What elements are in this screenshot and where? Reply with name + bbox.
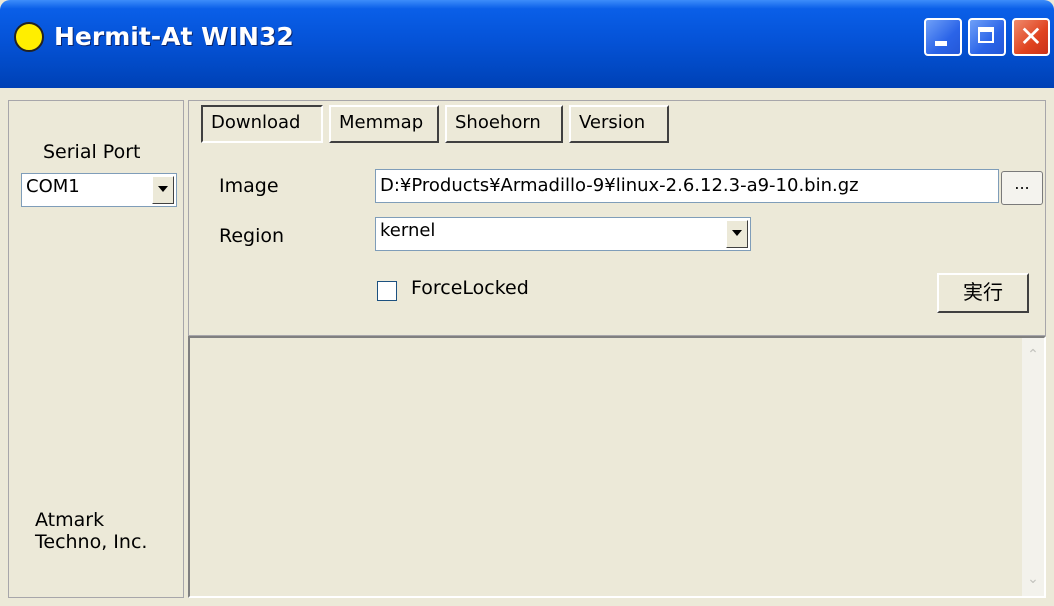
- title-bar[interactable]: Hermit-At WIN32 ✕: [0, 0, 1054, 88]
- tab-download[interactable]: Download: [201, 105, 323, 143]
- dropdown-arrow-icon[interactable]: [726, 220, 748, 248]
- company-line-2: Techno, Inc.: [35, 531, 148, 553]
- serial-port-label: Serial Port: [43, 141, 141, 163]
- run-button[interactable]: 実行: [937, 273, 1029, 313]
- scroll-down-icon[interactable]: ⌄: [1022, 564, 1044, 594]
- download-panel: Download Memmap Shoehorn Version Image D…: [188, 100, 1046, 336]
- browse-button[interactable]: ...: [1001, 171, 1043, 205]
- window-title: Hermit-At WIN32: [54, 22, 294, 51]
- image-label: Image: [219, 175, 279, 197]
- tab-shoehorn[interactable]: Shoehorn: [445, 105, 563, 143]
- serial-port-value: COM1: [26, 176, 80, 197]
- tab-version[interactable]: Version: [569, 105, 669, 143]
- maximize-button[interactable]: [968, 18, 1006, 56]
- company-name: Atmark Techno, Inc.: [35, 509, 147, 553]
- image-path-value: D:¥Products¥Armadillo-9¥linux-2.6.12.3-a…: [380, 175, 859, 196]
- force-locked-checkbox[interactable]: [377, 281, 397, 301]
- log-output-area[interactable]: ⌃ ⌄: [188, 336, 1046, 598]
- company-line-1: Atmark: [35, 509, 105, 531]
- image-path-input[interactable]: D:¥Products¥Armadillo-9¥linux-2.6.12.3-a…: [375, 169, 999, 203]
- region-value: kernel: [380, 220, 436, 241]
- close-icon: ✕: [1019, 20, 1043, 53]
- app-icon: [14, 22, 44, 52]
- left-panel: Serial Port COM1 Atmark Techno, Inc.: [8, 100, 184, 598]
- vertical-scrollbar[interactable]: ⌃ ⌄: [1022, 338, 1044, 596]
- dropdown-arrow-icon[interactable]: [152, 176, 174, 204]
- force-locked-label[interactable]: ForceLocked: [411, 277, 529, 299]
- minimize-button[interactable]: [924, 18, 962, 56]
- region-select[interactable]: kernel: [375, 217, 751, 251]
- close-button[interactable]: ✕: [1012, 18, 1050, 56]
- tab-memmap[interactable]: Memmap: [329, 105, 439, 143]
- scroll-up-icon[interactable]: ⌃: [1022, 340, 1044, 370]
- region-label: Region: [219, 225, 285, 247]
- serial-port-select[interactable]: COM1: [21, 173, 177, 207]
